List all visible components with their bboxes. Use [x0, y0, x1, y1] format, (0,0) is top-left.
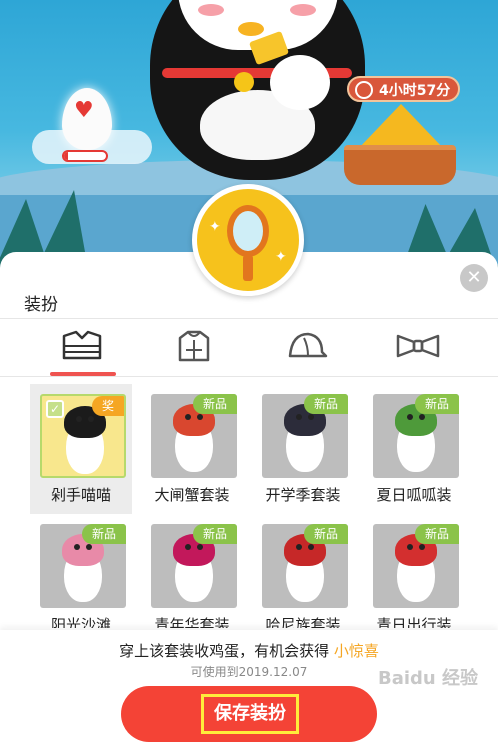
outfit-thumbnail: ✓ 奖	[40, 394, 126, 478]
character-eye	[76, 416, 82, 422]
character-eye	[74, 544, 80, 550]
character-eye	[88, 416, 94, 422]
outfit-item-label: 阳光沙滩	[50, 616, 111, 628]
character-eye	[296, 544, 302, 550]
outfit-thumbnail: 新品	[151, 524, 237, 608]
close-icon: ✕	[466, 267, 482, 288]
outfit-item[interactable]: 新品大闸蟹套装	[141, 384, 243, 514]
character-eye	[308, 544, 314, 550]
penguin-beak	[238, 22, 264, 36]
penguin-cheek-right	[290, 4, 316, 16]
tab-outfit[interactable]	[58, 328, 106, 368]
dress-up-mirror-button[interactable]: ✦ ✦	[192, 184, 304, 296]
sparkle-icon: ✦	[275, 249, 287, 265]
selected-check-icon: ✓	[46, 400, 64, 418]
award-badge: 奖	[91, 396, 124, 416]
new-badge: 新品	[414, 524, 459, 544]
character-eye	[86, 544, 92, 550]
character-eye	[407, 414, 413, 420]
new-badge: 新品	[414, 394, 459, 414]
tab-hat[interactable]	[282, 328, 330, 368]
timer-label: 4小时57分	[379, 83, 451, 99]
egg-progress-bar: 10%	[62, 150, 108, 162]
tabs-divider	[0, 376, 498, 377]
outfit-thumbnail: 新品	[262, 524, 348, 608]
outfit-item-label: 哈尼族套装	[265, 616, 341, 628]
outfit-item-label: 开学季套装	[265, 486, 341, 504]
boat-icon[interactable]	[344, 145, 456, 185]
new-badge: 新品	[303, 524, 348, 544]
penguin-hand	[270, 55, 330, 110]
outfit-item-label: 青日出行装	[376, 616, 452, 628]
character-eye	[308, 414, 314, 420]
outfit-item[interactable]: 新品青年华套装	[141, 514, 243, 628]
sparkle-icon: ✦	[209, 219, 221, 235]
reward-info: 穿上该套装收鸡蛋，有机会获得 小惊喜	[0, 640, 498, 661]
character-eye	[185, 544, 191, 550]
outfit-grid: ✓ 奖剁手喵喵 新品 大闸蟹套装 新品 开学季套装 新品 夏日呱呱装 新品 阳光沙滩 新品 青年华套装…	[0, 378, 498, 628]
reward-highlight[interactable]: 小惊喜	[334, 642, 379, 660]
watermark: Baidu 经验	[378, 668, 479, 689]
outfit-thumbnail: 新品	[40, 524, 126, 608]
bell-icon	[234, 72, 254, 92]
stopwatch-icon	[355, 81, 373, 99]
outfit-item[interactable]: 新品哈尼族套装	[252, 514, 354, 628]
tab-accessory[interactable]	[394, 328, 442, 368]
outfit-item-label: 剁手喵喵	[50, 486, 111, 504]
save-button-label: 保存装扮	[201, 694, 299, 734]
character-eye	[419, 414, 425, 420]
egg[interactable]: ♥	[62, 88, 112, 150]
outfit-item-label: 夏日呱呱装	[376, 486, 452, 504]
outfit-item[interactable]: 新品青日出行装	[363, 514, 465, 628]
outfit-icon	[62, 330, 102, 360]
character-eye	[296, 414, 302, 420]
new-badge: 新品	[303, 394, 348, 414]
character-eye	[197, 544, 203, 550]
top-icon	[178, 330, 210, 362]
character-eye	[407, 544, 413, 550]
character-eye	[185, 414, 191, 420]
outfit-thumbnail: 新品	[373, 524, 459, 608]
close-button[interactable]: ✕	[460, 264, 488, 292]
panel-title: 装扮	[24, 295, 58, 315]
bowtie-icon	[396, 334, 440, 358]
heart-icon: ♥	[74, 98, 94, 123]
outfit-item[interactable]: 新品阳光沙滩	[30, 514, 132, 628]
outfit-thumbnail: 新品	[151, 394, 237, 478]
timer-badge[interactable]: 4小时57分	[347, 76, 461, 102]
reward-info-text: 穿上该套装收鸡蛋，有机会获得	[119, 642, 334, 660]
egg-progress-label: 10%	[74, 150, 96, 160]
tab-top[interactable]	[170, 328, 218, 368]
outfit-item[interactable]: 新品夏日呱呱装	[363, 384, 465, 514]
character-eye	[197, 414, 203, 420]
new-badge: 新品	[81, 524, 126, 544]
outfit-item[interactable]: 新品开学季套装	[252, 384, 354, 514]
save-button[interactable]: 保存装扮	[121, 686, 377, 742]
mirror-icon	[227, 205, 269, 257]
character-eye	[419, 544, 425, 550]
outfit-item[interactable]: ✓ 奖剁手喵喵	[30, 384, 132, 514]
penguin-cheek-left	[198, 4, 224, 16]
mirror-handle	[243, 255, 253, 281]
new-badge: 新品	[192, 394, 237, 414]
hat-icon	[288, 332, 328, 358]
category-tabs	[0, 318, 498, 376]
outfit-thumbnail: 新品	[262, 394, 348, 478]
outfit-item-label: 大闸蟹套装	[154, 486, 230, 504]
new-badge: 新品	[192, 524, 237, 544]
gold-pile-icon	[358, 104, 444, 149]
outfit-item-label: 青年华套装	[154, 616, 230, 628]
outfit-thumbnail: 新品	[373, 394, 459, 478]
